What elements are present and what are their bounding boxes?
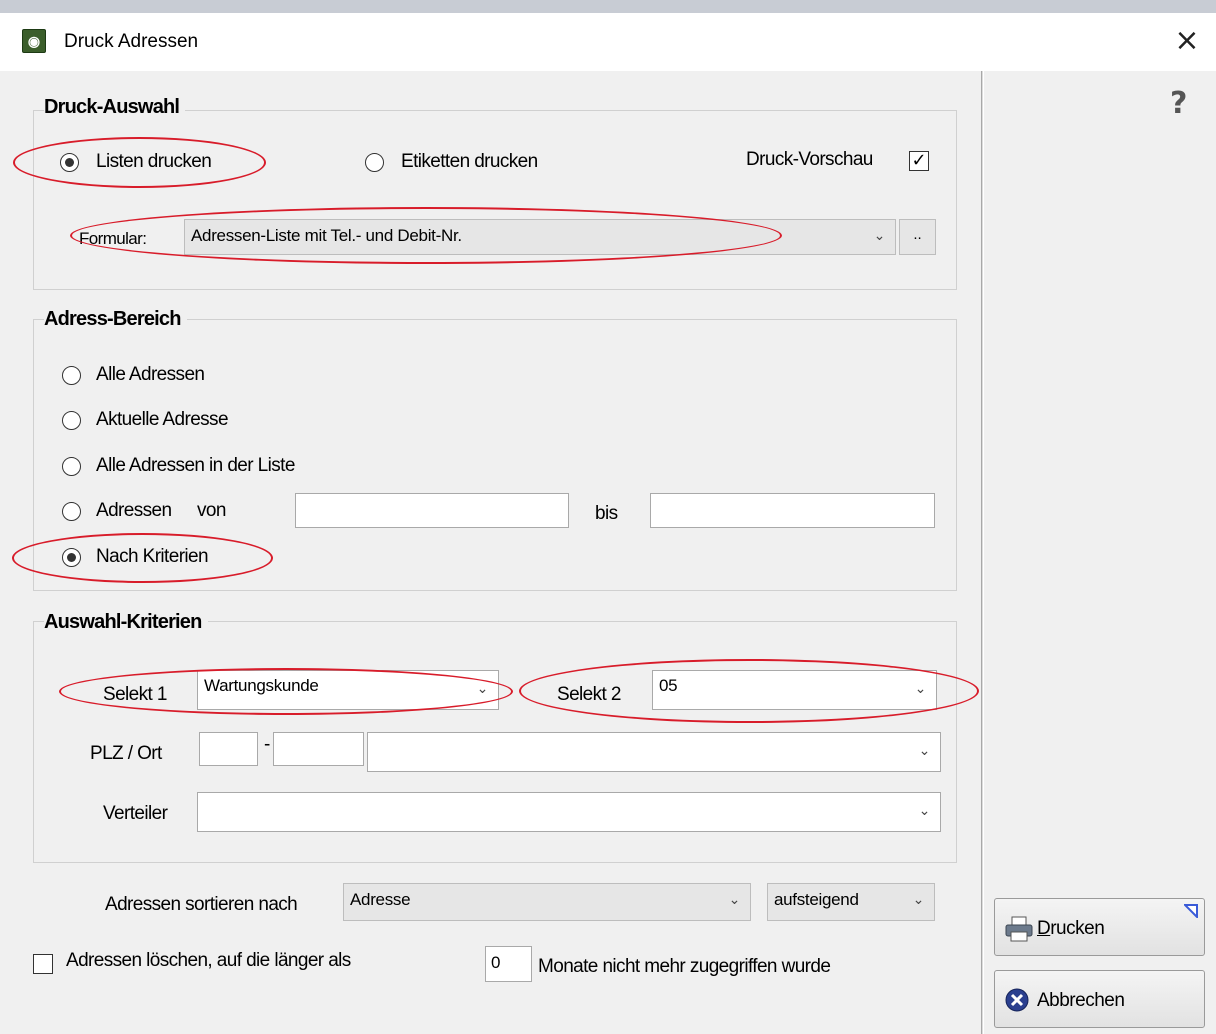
selekt1-value: Wartungskunde <box>204 676 319 695</box>
von-label: von <box>197 500 226 521</box>
print-button[interactable]: Drucken <box>994 898 1205 956</box>
bis-label: bis <box>595 503 618 524</box>
radio-alle-adressen[interactable]: Alle Adressen <box>62 364 262 388</box>
app-icon: ◉ <box>22 29 46 53</box>
sort-field-value: Adresse <box>350 890 411 909</box>
selekt1-select[interactable]: Wartungskunde ⌄ <box>197 670 499 710</box>
formular-label: Formular: <box>79 229 147 248</box>
druck-vorschau-checkbox[interactable]: ✓ <box>909 151 929 171</box>
cancel-button-label: Abbrechen <box>1037 990 1125 1011</box>
radio-circle <box>60 153 79 172</box>
chevron-down-icon: ⌄ <box>476 681 489 697</box>
radio-aktuelle-adresse[interactable]: Aktuelle Adresse <box>62 409 282 433</box>
close-button[interactable]: × <box>1170 24 1204 58</box>
formular-browse-button[interactable]: .. <box>899 219 936 255</box>
radio-etiketten-drucken[interactable]: Etiketten drucken <box>365 151 565 175</box>
radio-circle <box>62 411 81 430</box>
verteiler-select[interactable]: ⌄ <box>197 792 941 832</box>
check-icon: ✓ <box>911 150 927 171</box>
window-top-strip <box>0 0 1216 14</box>
plz-to-input[interactable] <box>273 732 364 766</box>
chevron-down-icon: ⌄ <box>873 228 886 244</box>
chevron-down-icon: ⌄ <box>912 892 925 908</box>
radio-circle <box>62 457 81 476</box>
radio-label: Listen drucken <box>96 151 212 172</box>
formular-select[interactable]: Adressen-Liste mit Tel.- und Debit-Nr. ⌄ <box>184 219 896 255</box>
group-title-adress-bereich: Adress-Bereich <box>44 308 187 331</box>
print-label-rest: rucken <box>1050 918 1105 939</box>
radio-circle <box>365 153 384 172</box>
plz-ort-label: PLZ / Ort <box>90 743 162 764</box>
chevron-down-icon: ⌄ <box>728 892 741 908</box>
selekt2-label: Selekt 2 <box>557 684 621 705</box>
chevron-down-icon: ⌄ <box>914 681 927 697</box>
print-accelerator: D <box>1037 918 1051 939</box>
formular-value: Adressen-Liste mit Tel.- und Debit-Nr. <box>191 226 462 245</box>
dropdown-corner-icon <box>1184 904 1198 918</box>
radio-label: Alle Adressen <box>96 364 205 385</box>
delete-label: Adressen löschen, auf die länger als <box>66 950 351 971</box>
panel-divider <box>981 71 984 1034</box>
radio-circle <box>62 548 81 567</box>
plz-from-input[interactable] <box>199 732 258 766</box>
selekt1-label: Selekt 1 <box>103 684 167 705</box>
cancel-button[interactable]: Abbrechen <box>994 970 1205 1028</box>
sort-order-value: aufsteigend <box>774 890 859 909</box>
sort-label: Adressen sortieren nach <box>105 894 298 915</box>
radio-label: Etiketten drucken <box>401 151 538 172</box>
months-suffix-label: Monate nicht mehr zugegriffen wurde <box>538 956 831 977</box>
months-input[interactable]: 0 <box>485 946 532 982</box>
sort-order-select[interactable]: aufsteigend ⌄ <box>767 883 935 921</box>
ort-select[interactable]: ⌄ <box>367 732 941 772</box>
radio-circle <box>62 366 81 385</box>
radio-adressen-von-bis[interactable]: Adressen <box>62 500 192 524</box>
radio-label: Nach Kriterien <box>96 546 209 567</box>
sort-field-select[interactable]: Adresse ⌄ <box>343 883 751 921</box>
print-button-label: Drucken <box>1037 918 1105 940</box>
group-title-auswahl-kriterien: Auswahl-Kriterien <box>44 611 208 634</box>
selekt2-select[interactable]: 05 ⌄ <box>652 670 937 710</box>
adresse-bis-input[interactable] <box>650 493 935 528</box>
druck-vorschau-label: Druck-Vorschau <box>746 149 873 170</box>
selekt2-value: 05 <box>659 676 678 695</box>
group-title-druck-auswahl: Druck-Auswahl <box>44 96 186 119</box>
help-icon[interactable]: ? <box>1170 86 1187 121</box>
radio-circle <box>62 502 81 521</box>
chevron-down-icon: ⌄ <box>918 803 931 819</box>
cancel-icon <box>1005 988 1029 1012</box>
radio-nach-kriterien[interactable]: Nach Kriterien <box>62 546 262 570</box>
printer-icon <box>1005 916 1033 942</box>
plz-dash: - <box>264 734 270 755</box>
group-druck-auswahl <box>33 110 957 290</box>
window-title: Druck Adressen <box>64 31 199 52</box>
radio-label: Adressen <box>96 500 172 521</box>
verteiler-label: Verteiler <box>103 803 168 824</box>
radio-label: Aktuelle Adresse <box>96 409 229 430</box>
radio-alle-adressen-liste[interactable]: Alle Adressen in der Liste <box>62 455 362 479</box>
radio-label: Alle Adressen in der Liste <box>96 455 295 476</box>
chevron-down-icon: ⌄ <box>918 743 931 759</box>
radio-listen-drucken[interactable]: Listen drucken <box>60 151 240 175</box>
delete-checkbox[interactable] <box>33 954 53 974</box>
adresse-von-input[interactable] <box>295 493 569 528</box>
